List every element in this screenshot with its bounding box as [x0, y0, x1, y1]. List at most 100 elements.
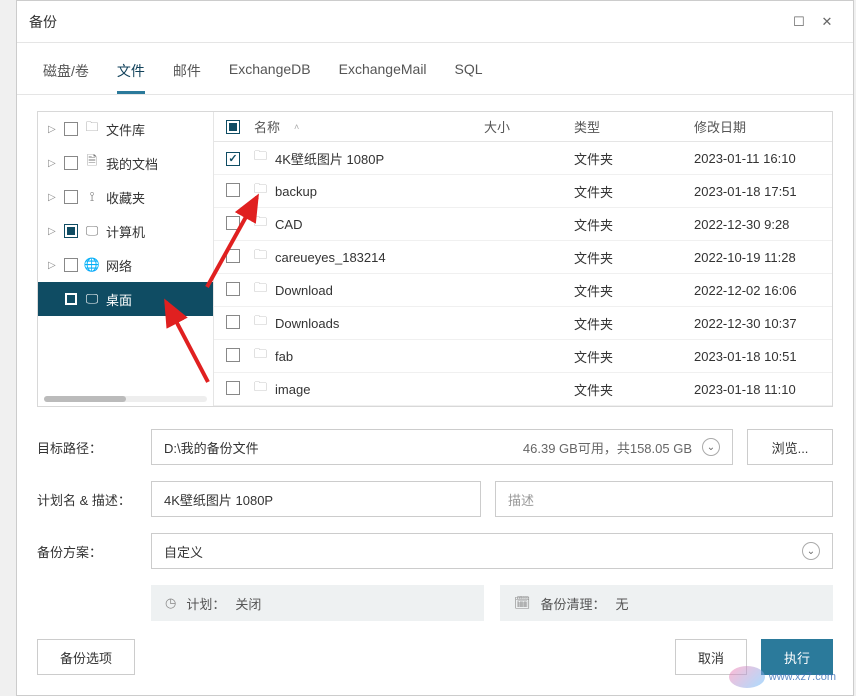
column-name-label: 名称	[254, 117, 280, 136]
file-checkbox[interactable]	[226, 315, 240, 329]
file-name: Downloads	[275, 316, 339, 331]
file-type: 文件夹	[574, 248, 694, 267]
description-input[interactable]: 描述	[495, 481, 833, 517]
file-checkbox[interactable]	[226, 249, 240, 263]
target-path-field[interactable]: D:\我的备份文件 46.39 GB可用，共158.05 GB ⌄	[151, 429, 733, 465]
tree-checkbox[interactable]	[64, 156, 78, 170]
file-checkbox[interactable]	[226, 381, 240, 395]
close-button[interactable]: ✕	[813, 8, 841, 36]
tab-exchangemail[interactable]: ExchangeMail	[339, 55, 427, 94]
backup-options-button[interactable]: 备份选项	[37, 639, 135, 675]
footer: 备份选项 取消 执行	[17, 621, 853, 695]
tree-item-label: 收藏夹	[106, 188, 145, 207]
plan-name-value: 4K壁纸图片 1080P	[164, 490, 273, 509]
tab-磁盘/卷[interactable]: 磁盘/卷	[43, 55, 89, 94]
file-row[interactable]: 🗀Downloads文件夹2022-12-30 10:37	[214, 307, 832, 340]
file-type: 文件夹	[574, 215, 694, 234]
file-checkbox[interactable]	[226, 348, 240, 362]
file-checkbox[interactable]	[226, 216, 240, 230]
column-date[interactable]: 修改日期	[694, 117, 832, 136]
expand-icon[interactable]: ▷	[48, 226, 58, 237]
target-path-value: D:\我的备份文件	[164, 438, 259, 457]
file-name: backup	[275, 184, 317, 199]
file-date: 2022-12-30 10:37	[694, 316, 832, 331]
cleanup-value: 无	[616, 594, 629, 613]
file-checkbox[interactable]	[226, 183, 240, 197]
tree-item-文件库[interactable]: ▷ 🗀 文件库	[38, 112, 213, 146]
monitor-icon: 🖵	[84, 223, 100, 239]
tree-item-桌面[interactable]: 🖵桌面	[38, 282, 213, 316]
file-row[interactable]: 🗀fab文件夹2023-01-18 10:51	[214, 340, 832, 373]
globe-icon: 🌐	[84, 257, 100, 273]
folder-icon: 🗀	[254, 279, 267, 301]
monitor-icon: 🖵	[84, 291, 100, 307]
tree-item-label: 计算机	[106, 222, 145, 241]
tree-item-网络[interactable]: ▷ 🌐 网络	[38, 248, 213, 282]
tree-item-label: 网络	[106, 256, 132, 275]
tree-checkbox[interactable]	[64, 190, 78, 204]
tree-item-label: 文件库	[106, 120, 145, 139]
cancel-button[interactable]: 取消	[675, 639, 747, 675]
file-row[interactable]: 🗀image文件夹2023-01-18 11:10	[214, 373, 832, 406]
folder-icon: 🗀	[254, 345, 267, 367]
tab-邮件[interactable]: 邮件	[173, 55, 201, 94]
expand-icon[interactable]: ▷	[48, 124, 58, 135]
expand-icon[interactable]: ▷	[48, 158, 58, 169]
tree-checkbox[interactable]	[64, 292, 78, 306]
file-row[interactable]: 🗀CAD文件夹2022-12-30 9:28	[214, 208, 832, 241]
tree-checkbox[interactable]	[64, 258, 78, 272]
backup-scheme-select[interactable]: 自定义 ⌄	[151, 533, 833, 569]
tree-checkbox[interactable]	[64, 122, 78, 136]
execute-button[interactable]: 执行	[761, 639, 833, 675]
clock-icon: ◷	[165, 595, 176, 611]
doc-icon: 🗎	[84, 152, 100, 174]
select-all-checkbox[interactable]	[226, 120, 240, 134]
titlebar: 备份 ☐ ✕	[17, 1, 853, 43]
schedule-label: 计划：	[186, 594, 225, 613]
file-row[interactable]: 🗀Download文件夹2022-12-02 16:06	[214, 274, 832, 307]
file-checkbox[interactable]	[226, 152, 240, 166]
column-name[interactable]: 名称˄	[254, 117, 484, 136]
target-path-label: 目标路径：	[37, 438, 137, 457]
file-checkbox[interactable]	[226, 282, 240, 296]
tree-checkbox[interactable]	[64, 224, 78, 238]
bookmark-icon: ⟟	[84, 189, 100, 205]
schedule-value: 关闭	[235, 594, 261, 613]
column-type[interactable]: 类型	[574, 117, 694, 136]
tree-scrollbar[interactable]	[44, 396, 207, 402]
file-type: 文件夹	[574, 380, 694, 399]
dropdown-icon[interactable]: ⌄	[802, 542, 820, 560]
file-row[interactable]: 🗀backup文件夹2023-01-18 17:51	[214, 175, 832, 208]
folder-icon: 🗀	[84, 118, 100, 140]
tab-sql[interactable]: SQL	[455, 55, 483, 94]
schedule-info[interactable]: ◷ 计划： 关闭	[151, 585, 484, 621]
browse-button[interactable]: 浏览...	[747, 429, 833, 465]
column-size[interactable]: 大小	[484, 117, 574, 136]
cleanup-icon: 🗓	[514, 595, 531, 611]
tab-exchangedb[interactable]: ExchangeDB	[229, 55, 311, 94]
file-date: 2023-01-18 17:51	[694, 184, 832, 199]
dialog-body: ▷ 🗀 文件库 ▷ 🗎 我的文档 ▷ ⟟ 收藏夹 ▷ 🖵 计算机 ▷ 🌐 网络 🖵桌面 名称˄ 大小 类型 修…	[17, 95, 853, 621]
file-type: 文件夹	[574, 281, 694, 300]
dropdown-icon[interactable]: ⌄	[702, 438, 720, 456]
tree-item-label: 我的文档	[106, 154, 158, 173]
backup-scheme-value: 自定义	[164, 542, 203, 561]
file-row[interactable]: 🗀4K壁纸图片 1080P文件夹2023-01-11 16:10	[214, 142, 832, 175]
tree-item-计算机[interactable]: ▷ 🖵 计算机	[38, 214, 213, 248]
folder-icon: 🗀	[254, 213, 267, 235]
maximize-button[interactable]: ☐	[785, 8, 813, 36]
expand-icon[interactable]: ▷	[48, 260, 58, 271]
tree-item-我的文档[interactable]: ▷ 🗎 我的文档	[38, 146, 213, 180]
file-name: careueyes_183214	[275, 250, 386, 265]
cleanup-info[interactable]: 🗓 备份清理： 无	[500, 585, 833, 621]
form: 目标路径： D:\我的备份文件 46.39 GB可用，共158.05 GB ⌄ …	[37, 429, 833, 621]
tree-item-收藏夹[interactable]: ▷ ⟟ 收藏夹	[38, 180, 213, 214]
file-date: 2022-10-19 11:28	[694, 250, 832, 265]
description-placeholder: 描述	[508, 490, 534, 509]
plan-name-input[interactable]: 4K壁纸图片 1080P	[151, 481, 481, 517]
cleanup-label: 备份清理：	[541, 594, 606, 613]
tab-文件[interactable]: 文件	[117, 55, 145, 94]
file-row[interactable]: 🗀careueyes_183214文件夹2022-10-19 11:28	[214, 241, 832, 274]
expand-icon[interactable]: ▷	[48, 192, 58, 203]
file-name: 4K壁纸图片 1080P	[275, 149, 384, 168]
